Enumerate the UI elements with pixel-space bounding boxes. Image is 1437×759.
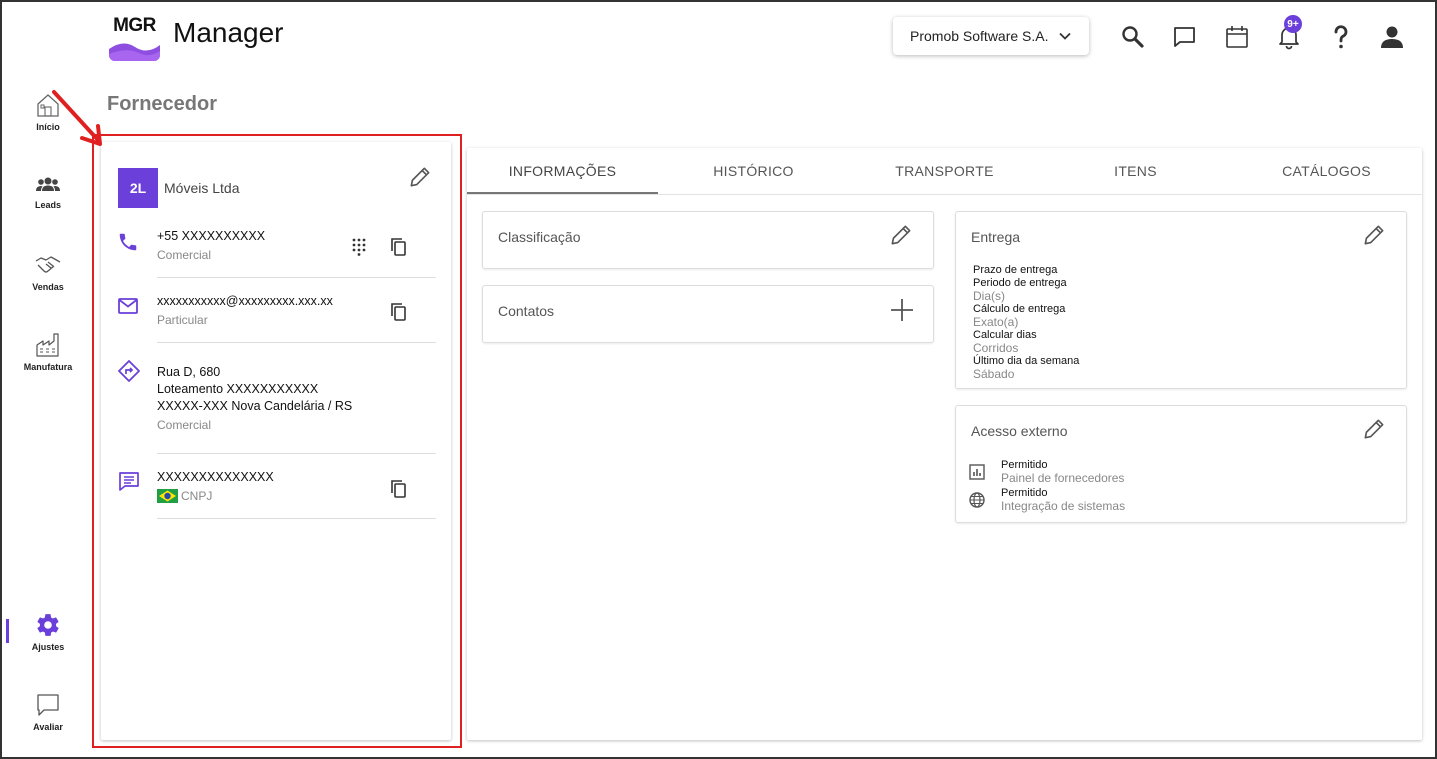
chat-icon — [37, 694, 59, 716]
company-selector[interactable]: Promob Software S.A. — [893, 17, 1089, 55]
acesso-externo-title: Acesso externo — [971, 423, 1068, 439]
handshake-icon — [35, 256, 61, 273]
entrega-details: Prazo de entrega Periodo de entrega Dia(… — [973, 264, 1079, 381]
tab-informacoes[interactable]: INFORMAÇÕES — [467, 163, 658, 179]
acesso-painel: Permitido Painel de fornecedores — [1001, 459, 1124, 485]
address-block: Rua D, 680 Loteamento XXXXXXXXXXX XXXXX-… — [157, 364, 352, 415]
message-icon[interactable] — [1171, 23, 1199, 51]
document-type: CNPJ — [181, 489, 213, 503]
sidebar-item-vendas[interactable]: Vendas — [8, 252, 88, 292]
app-logo[interactable]: MGR — [109, 9, 160, 61]
copy-email-icon[interactable] — [389, 302, 409, 322]
people-icon — [36, 177, 60, 191]
sidebar-item-ajustes[interactable]: Ajustes — [8, 612, 88, 652]
email-icon — [118, 298, 138, 314]
email-address: xxxxxxxxxxx@xxxxxxxxx.xxx.xx — [157, 294, 333, 308]
sidebar-item-avaliar[interactable]: Avaliar — [8, 692, 88, 732]
copy-document-icon[interactable] — [389, 479, 409, 499]
company-name: Promob Software S.A. — [910, 28, 1049, 44]
acesso-integracao-value: Integração de sistemas — [1001, 499, 1126, 513]
tab-catalogos[interactable]: CATÁLOGOS — [1231, 163, 1422, 179]
edit-acesso-pencil-icon[interactable] — [1361, 416, 1387, 442]
edit-entrega-pencil-icon[interactable] — [1361, 222, 1387, 248]
address-line-2: Loteamento XXXXXXXXXXX — [157, 382, 319, 396]
app-title: Manager — [173, 17, 284, 48]
divider — [157, 453, 436, 454]
divider — [157, 518, 436, 519]
search-icon[interactable] — [1119, 23, 1147, 51]
logo-wave-icon — [109, 43, 160, 61]
brazil-flag-icon — [157, 489, 178, 503]
red-arrow-icon — [52, 90, 102, 146]
address-line-3: XXXXX-XXX Nova Candelária / RS — [157, 399, 353, 413]
phone-icon — [119, 233, 137, 251]
page-title: Fornecedor — [107, 93, 218, 115]
sidebar-item-leads[interactable]: Leads — [8, 174, 88, 210]
supplier-avatar: 2L — [118, 168, 158, 208]
copy-phone-icon[interactable] — [389, 237, 409, 257]
edit-classificacao-pencil-icon[interactable] — [888, 222, 914, 248]
globe-icon — [969, 492, 985, 508]
sidebar-label-ajustes: Ajustes — [31, 642, 65, 652]
phone-number: +55 XXXXXXXXXX — [157, 229, 266, 243]
tab-itens[interactable]: ITENS — [1040, 163, 1231, 179]
sidebar-label-avaliar: Avaliar — [33, 722, 63, 732]
entrega-prazo-label: Prazo de entrega — [973, 264, 1058, 276]
tab-historico[interactable]: HISTÓRICO — [658, 163, 849, 179]
factory-icon — [36, 333, 59, 357]
bar-chart-icon — [969, 464, 985, 480]
dialpad-icon[interactable] — [350, 238, 368, 256]
acesso-painel-value: Painel de fornecedores — [1001, 471, 1125, 485]
add-contato-plus-icon[interactable] — [889, 297, 915, 323]
entrega-periodo-value: Dia(s) — [973, 289, 1005, 303]
notification-badge: 9+ — [1284, 15, 1302, 33]
active-tab-indicator — [467, 192, 658, 194]
tabs-divider — [467, 194, 1422, 195]
logo-text: MGR — [113, 15, 156, 36]
acesso-integracao: Permitido Integração de sistemas — [1001, 487, 1125, 513]
entrega-calcular-dias-value: Corridos — [973, 341, 1019, 355]
divider — [157, 277, 436, 278]
document-number: XXXXXXXXXXXXXX — [157, 470, 274, 484]
contatos-title: Contatos — [498, 303, 555, 319]
chevron-down-icon — [1058, 32, 1071, 40]
help-icon[interactable] — [1327, 23, 1355, 51]
address-type: Comercial — [157, 418, 212, 432]
entrega-ultimo-dia-value: Sábado — [973, 367, 1015, 381]
supplier-name: Móveis Ltda — [164, 180, 240, 196]
sidebar-item-manufatura[interactable]: Manufatura — [8, 332, 88, 372]
email-type: Particular — [157, 313, 208, 327]
user-icon[interactable] — [1378, 23, 1406, 51]
supplier-card — [101, 142, 451, 740]
classificacao-title: Classificação — [498, 229, 581, 245]
phone-type: Comercial — [157, 248, 212, 262]
edit-supplier-pencil-icon[interactable] — [407, 164, 433, 190]
entrega-calculo-value: Exato(a) — [973, 315, 1019, 329]
divider — [157, 342, 436, 343]
directions-icon — [118, 360, 140, 382]
gear-icon — [37, 614, 59, 636]
document-icon — [119, 472, 139, 491]
sidebar-label-vendas: Vendas — [32, 282, 64, 292]
sidebar-label-manufatura: Manufatura — [23, 362, 73, 372]
address-line-1: Rua D, 680 — [157, 365, 221, 379]
sidebar-label-leads: Leads — [34, 200, 61, 210]
tab-transporte[interactable]: TRANSPORTE — [849, 163, 1040, 179]
document-type-row: CNPJ — [157, 489, 212, 503]
calendar-icon[interactable] — [1223, 23, 1251, 51]
entrega-title: Entrega — [971, 229, 1021, 245]
